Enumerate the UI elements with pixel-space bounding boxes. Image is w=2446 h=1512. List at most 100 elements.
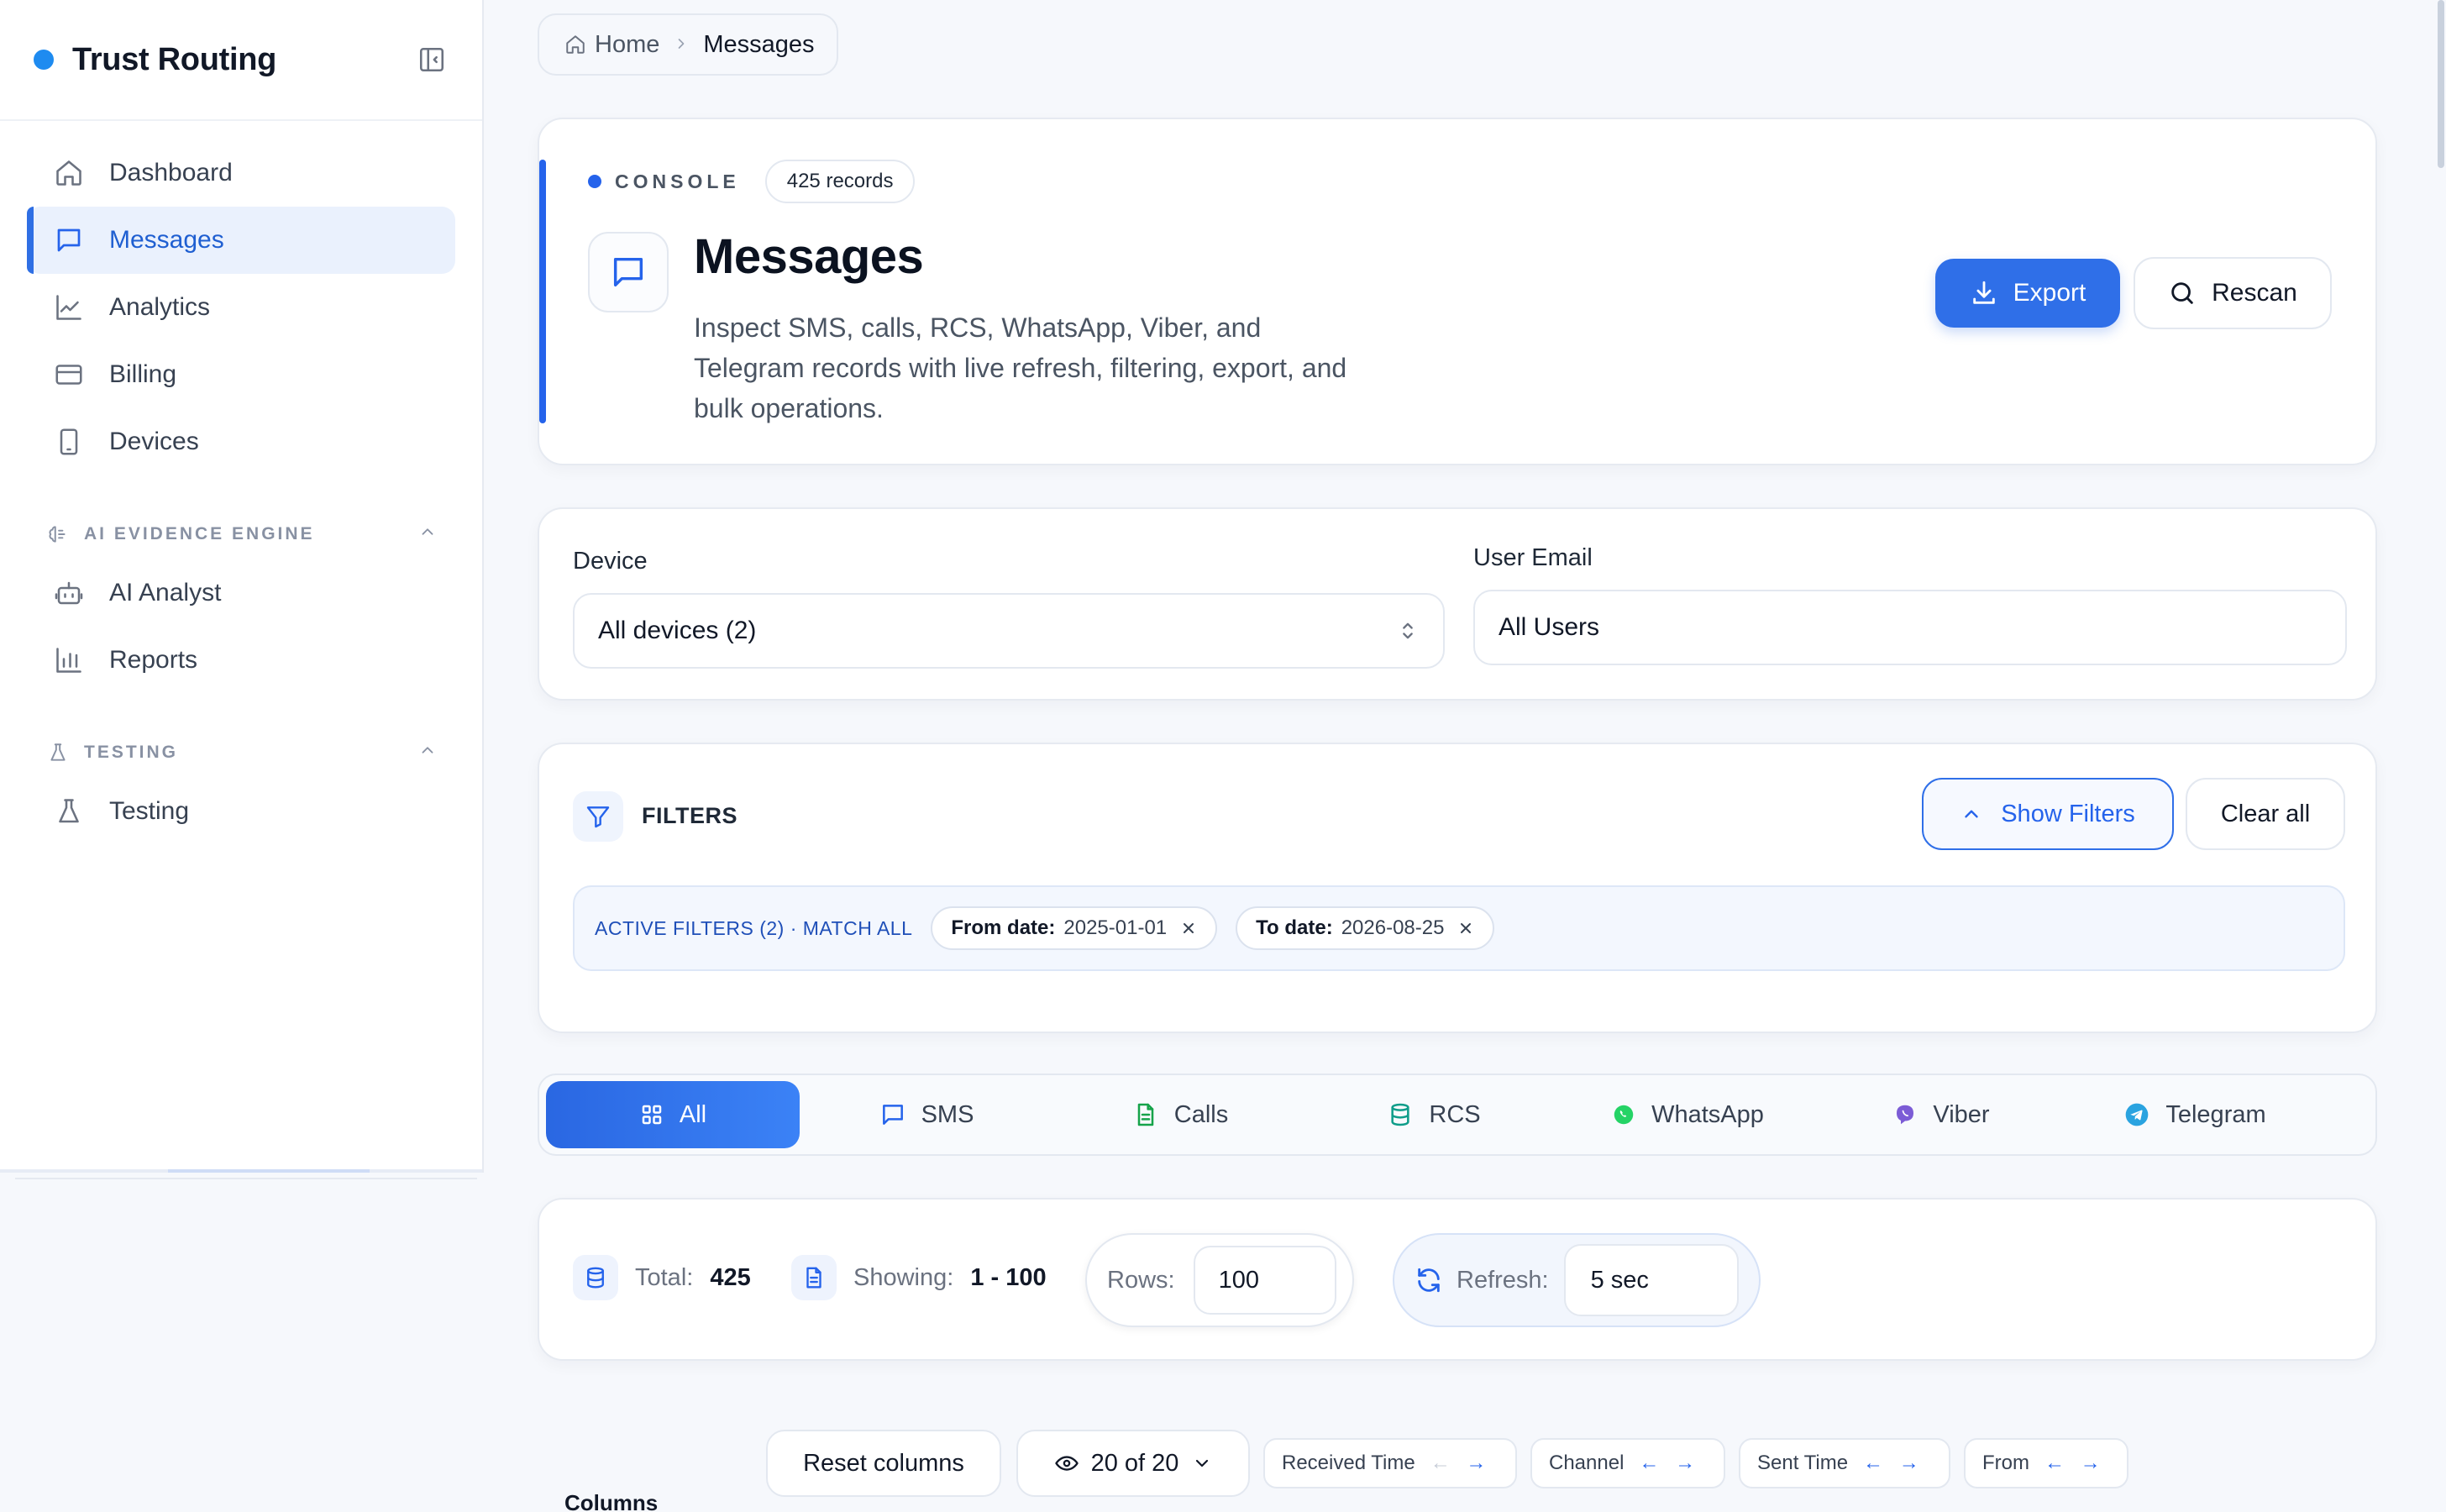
chevron-up-icon [1960,803,1982,825]
tab-label: All [679,1100,707,1128]
column-chip-channel[interactable]: Channel ← → [1530,1438,1725,1488]
sidebar-item-label: Devices [109,428,199,455]
tab-label: SMS [921,1100,974,1128]
page-title: Messages [694,229,924,284]
home-icon [52,156,86,190]
columns-label: Columns [564,1490,659,1512]
device-select[interactable]: All devices (2) [573,593,1445,669]
move-arrows-icon[interactable]: ← → [1639,1452,1700,1475]
device-label: Device [573,548,648,575]
brand-name: Trust Routing [72,41,277,77]
tab-rcs[interactable]: RCS [1307,1081,1561,1148]
message-icon [52,223,86,257]
message-icon [588,232,669,312]
scrollbar-thumb[interactable] [2438,0,2444,168]
sidebar-item-messages[interactable]: Messages [27,207,455,274]
sidebar-item-label: Testing [109,797,190,825]
refresh-interval-select[interactable]: 5 sec [1563,1244,1739,1316]
tab-calls[interactable]: Calls [1053,1081,1307,1148]
show-filters-button[interactable]: Show Filters [1922,778,2174,850]
whatsapp-icon [1611,1102,1636,1127]
tab-label: RCS [1429,1100,1481,1128]
total-value: 425 [710,1263,751,1291]
tab-telegram[interactable]: Telegram [2068,1081,2322,1148]
chevron-up-icon[interactable] [418,522,437,546]
rescan-label: Rescan [2212,279,2297,307]
rows-label: Rows: [1107,1266,1175,1294]
database-icon [1387,1101,1414,1128]
active-filters-label: ACTIVE FILTERS (2) · MATCH ALL [595,916,913,939]
chip-value: 2025-01-01 [1063,916,1168,939]
sidebar-item-analytics[interactable]: Analytics [27,274,455,341]
chevron-right-icon [673,31,690,59]
column-chip-label: From [1982,1452,2029,1474]
brain-icon [47,522,72,547]
section-testing[interactable]: TESTING [27,727,455,778]
flask-icon [47,740,72,765]
sidebar-item-label: Billing [109,360,177,388]
tab-whatsapp[interactable]: WhatsApp [1561,1081,1814,1148]
column-chip-from[interactable]: From ← → [1964,1438,2128,1488]
sidebar-item-label: Dashboard [109,159,233,186]
clear-all-button[interactable]: Clear all [2186,778,2345,850]
section-title: TESTING [84,743,179,762]
rescan-button[interactable]: Rescan [2134,257,2332,329]
grid-icon [639,1102,664,1127]
sidebar-item-testing[interactable]: Testing [27,778,455,845]
filter-chip-from-date: From date: 2025-01-01 [931,906,1218,950]
device-select-value: All devices (2) [598,617,757,644]
breadcrumb-current: Messages [703,30,815,58]
tab-viber[interactable]: Viber [1814,1081,2068,1148]
tab-sms[interactable]: SMS [800,1081,1053,1148]
telegram-icon [2123,1101,2150,1128]
breadcrumb-home-link[interactable]: Home [595,31,659,59]
refresh-label: Refresh: [1457,1266,1549,1294]
move-arrows-icon[interactable]: ← → [2044,1452,2106,1475]
showing-label: Showing: [853,1263,954,1291]
column-chip-sent-time[interactable]: Sent Time ← → [1739,1438,1950,1488]
refresh-interval-control: Refresh: 5 sec [1393,1233,1761,1327]
filter-chip-to-date: To date: 2026-08-25 [1236,906,1495,950]
close-icon[interactable] [1457,920,1474,937]
line-chart-icon [52,291,86,324]
close-icon[interactable] [1180,920,1197,937]
chevron-up-icon[interactable] [418,741,437,764]
sidebar-collapse-icon[interactable] [415,43,449,76]
move-arrows-icon[interactable]: ← → [1863,1452,1924,1475]
home-icon[interactable] [564,34,586,55]
sidebar-item-dashboard[interactable]: Dashboard [27,139,455,207]
column-chip-label: Sent Time [1757,1452,1849,1474]
column-chip-received-time[interactable]: Received Time ← → [1263,1438,1517,1488]
chip-value: 2026-08-25 [1341,916,1445,939]
column-chip-label: Received Time [1282,1452,1415,1474]
sidebar-item-ai-analyst[interactable]: AI Analyst [27,559,455,627]
rows-per-page-input[interactable]: 100 [1193,1246,1336,1315]
page-description: Inspect SMS, calls, RCS, WhatsApp, Viber… [694,312,1347,423]
viber-icon [1892,1102,1918,1127]
scope-selector-card: Device All devices (2) User Email All Us… [538,507,2377,701]
records-count-badge: 425 records [764,160,916,203]
smartphone-icon [52,425,86,459]
showing-value: 1 - 100 [970,1263,1047,1291]
channel-tabs: All SMS Calls RCS WhatsApp Viber Telegra… [538,1074,2377,1156]
bar-chart-icon [52,643,86,677]
sidebar-item-billing[interactable]: Billing [27,341,455,408]
column-visibility-dropdown[interactable]: 20 of 20 [1016,1430,1250,1497]
user-email-label: User Email [1473,544,1593,571]
sidebar-item-label: Analytics [109,293,211,321]
total-label: Total: [635,1263,694,1291]
tab-all[interactable]: All [546,1081,800,1148]
database-icon [573,1255,618,1300]
page-header-card: CONSOLE 425 records Messages Inspect SMS… [538,118,2377,465]
move-arrows-icon[interactable]: ← → [1430,1452,1492,1475]
visible-columns-count: 20 of 20 [1090,1449,1179,1477]
sidebar-item-devices[interactable]: Devices [27,408,455,475]
user-email-value: All Users [1499,613,1600,641]
page-scrollbar[interactable] [2436,0,2446,1512]
user-email-field[interactable]: All Users [1473,590,2347,665]
export-button[interactable]: Export [1935,259,2120,328]
sidebar-item-reports[interactable]: Reports [27,627,455,694]
reset-columns-button[interactable]: Reset columns [766,1430,1001,1497]
section-ai-evidence-engine[interactable]: AI EVIDENCE ENGINE [27,509,455,559]
status-dot [588,175,601,188]
